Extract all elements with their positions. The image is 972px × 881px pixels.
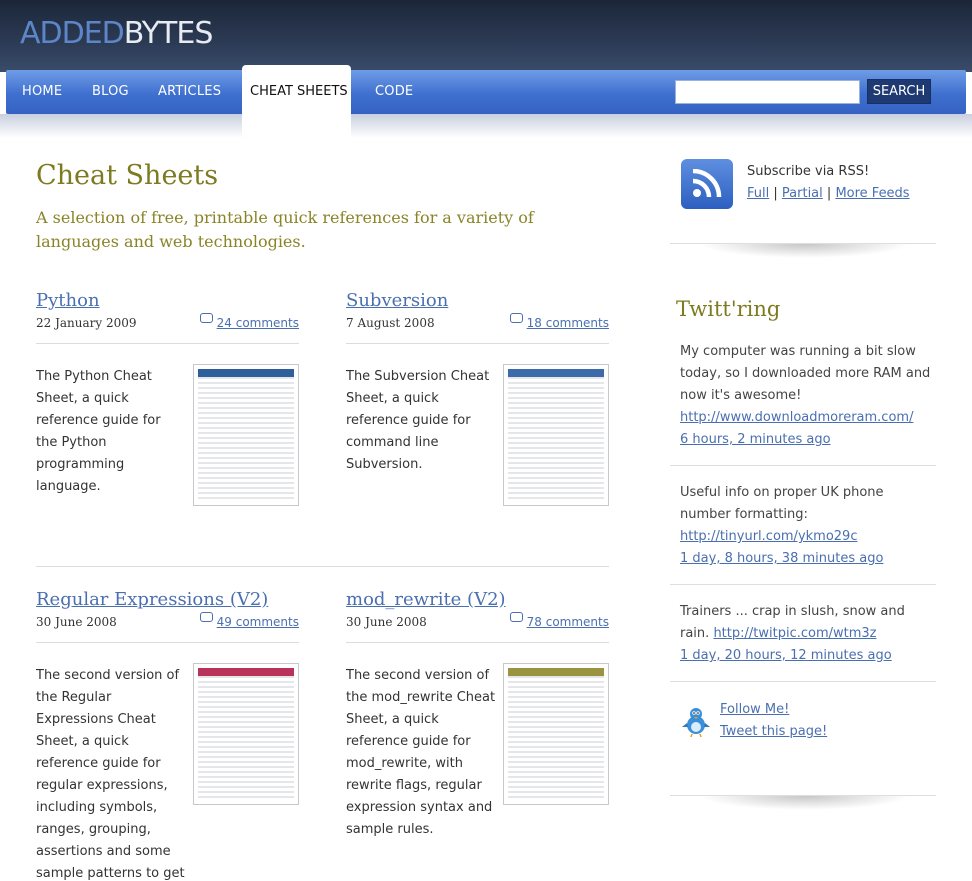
sheet-date: 22 January 2009 bbox=[36, 316, 137, 330]
search-input[interactable] bbox=[675, 80, 860, 104]
follow-me-link[interactable]: Follow Me! bbox=[720, 699, 827, 721]
comment-bubble-icon bbox=[509, 313, 523, 323]
divider bbox=[36, 642, 299, 643]
tweet-link[interactable]: http://www.downloadmoreram.com/ bbox=[680, 410, 913, 425]
sheet-card-python: Python 22 January 2009 24 comments The P… bbox=[36, 290, 299, 520]
tweet-time-link[interactable]: 6 hours, 2 minutes ago bbox=[680, 432, 831, 447]
divider bbox=[346, 343, 609, 344]
sheet-card-subversion: Subversion 7 August 2008 18 comments The… bbox=[346, 290, 609, 520]
thumbnail-preview-image bbox=[508, 369, 604, 501]
thumbnail-preview-image bbox=[198, 369, 294, 501]
tweet-divider bbox=[670, 584, 936, 585]
rss-icon[interactable] bbox=[681, 159, 733, 209]
site-logo[interactable]: ADDEDBYTES bbox=[20, 16, 214, 52]
sheet-description: The second version of the mod_rewrite Ch… bbox=[346, 668, 496, 837]
divider bbox=[346, 642, 609, 643]
sidebar-shadow bbox=[700, 244, 910, 258]
nav-blog[interactable]: BLOG bbox=[92, 84, 129, 99]
sheet-date: 30 June 2008 bbox=[346, 615, 427, 629]
sheet-date: 30 June 2008 bbox=[36, 615, 117, 629]
divider bbox=[36, 343, 299, 344]
nav-home[interactable]: HOME bbox=[22, 84, 62, 99]
sheet-date: 7 August 2008 bbox=[346, 316, 435, 330]
sheet-comments-link[interactable]: 24 comments bbox=[199, 313, 299, 330]
sheet-description: The second version of the Regular Expres… bbox=[36, 668, 185, 881]
tweet-item: My computer was running a bit slow today… bbox=[680, 341, 936, 451]
sheet-title-link[interactable]: mod_rewrite (V2) bbox=[346, 589, 506, 610]
sheet-thumbnail[interactable] bbox=[503, 364, 609, 506]
tweet-time-link[interactable]: 1 day, 8 hours, 38 minutes ago bbox=[680, 551, 883, 566]
rss-more-feeds-link[interactable]: More Feeds bbox=[835, 186, 909, 201]
follow-links: Follow Me! Tweet this page! bbox=[720, 699, 827, 743]
comments-label: 24 comments bbox=[216, 316, 299, 330]
tweet-divider bbox=[670, 681, 936, 682]
tweet-item: Trainers ... crap in slush, snow and rai… bbox=[680, 601, 936, 667]
sheet-description: The Python Cheat Sheet, a quick referenc… bbox=[36, 369, 161, 494]
rss-partial-link[interactable]: Partial bbox=[782, 186, 823, 201]
sheet-card-regex: Regular Expressions (V2) 30 June 2008 49… bbox=[36, 589, 299, 881]
page-intro: A selection of free, printable quick ref… bbox=[36, 208, 534, 251]
page-title: Cheat Sheets bbox=[36, 160, 219, 191]
sheet-thumbnail[interactable] bbox=[193, 364, 299, 506]
sheet-title-link[interactable]: Python bbox=[36, 290, 100, 311]
nav-code[interactable]: CODE bbox=[375, 84, 413, 99]
rss-separator: | bbox=[826, 186, 832, 201]
sheet-comments-link[interactable]: 78 comments bbox=[509, 612, 609, 629]
sheet-thumbnail[interactable] bbox=[503, 663, 609, 805]
sheet-comments-link[interactable]: 18 comments bbox=[509, 313, 609, 330]
tweet-divider bbox=[670, 465, 936, 466]
comment-bubble-icon bbox=[199, 612, 213, 622]
sheet-card-mod-rewrite: mod_rewrite (V2) 30 June 2008 78 comment… bbox=[346, 589, 609, 879]
search-button[interactable]: SEARCH bbox=[867, 79, 931, 104]
nav-articles[interactable]: ARTICLES bbox=[158, 84, 221, 99]
twitter-title: Twitt'ring bbox=[676, 297, 781, 321]
nav-cheat-sheets-label: CHEAT SHEETS bbox=[250, 84, 348, 99]
twitter-bird-icon bbox=[682, 708, 710, 737]
tweet-this-page-link[interactable]: Tweet this page! bbox=[720, 721, 827, 743]
sheet-description: The Subversion Cheat Sheet, a quick refe… bbox=[346, 369, 490, 472]
thumbnail-preview-image bbox=[508, 668, 604, 800]
tweet-link[interactable]: http://twitpic.com/wtm3z bbox=[713, 626, 876, 641]
sheet-title-link[interactable]: Subversion bbox=[346, 290, 448, 311]
sheet-thumbnail[interactable] bbox=[193, 663, 299, 805]
logo-part-added: ADDED bbox=[20, 16, 125, 51]
rss-links: Full | Partial | More Feeds bbox=[747, 183, 910, 205]
tweet-text: Useful info on proper UK phone number fo… bbox=[680, 485, 884, 522]
rss-subscribe-text: Subscribe via RSS! bbox=[747, 164, 870, 179]
thumbnail-preview-image bbox=[198, 668, 294, 800]
tweet-time-link[interactable]: 1 day, 20 hours, 12 minutes ago bbox=[680, 648, 892, 663]
nav-cheat-sheets-tab[interactable]: CHEAT SHEETS bbox=[242, 65, 351, 137]
comment-bubble-icon bbox=[199, 313, 213, 323]
tweet-text: My computer was running a bit slow today… bbox=[680, 344, 931, 403]
rss-separator: | bbox=[773, 186, 778, 201]
sheet-title-link[interactable]: Regular Expressions (V2) bbox=[36, 589, 268, 610]
section-divider bbox=[36, 566, 609, 567]
comment-bubble-icon bbox=[509, 612, 523, 622]
comments-label: 78 comments bbox=[526, 615, 609, 629]
sheet-comments-link[interactable]: 49 comments bbox=[199, 612, 299, 629]
site-header: ADDEDBYTES bbox=[0, 0, 972, 72]
tweet-link[interactable]: http://tinyurl.com/ykmo29c bbox=[680, 529, 857, 544]
nav-fade bbox=[0, 114, 972, 138]
comments-label: 49 comments bbox=[216, 615, 299, 629]
comments-label: 18 comments bbox=[526, 316, 609, 330]
sidebar-shadow bbox=[700, 796, 910, 810]
rss-full-link[interactable]: Full bbox=[747, 186, 769, 201]
logo-part-bytes: BYTES bbox=[123, 16, 214, 51]
tweet-item: Useful info on proper UK phone number fo… bbox=[680, 482, 936, 570]
